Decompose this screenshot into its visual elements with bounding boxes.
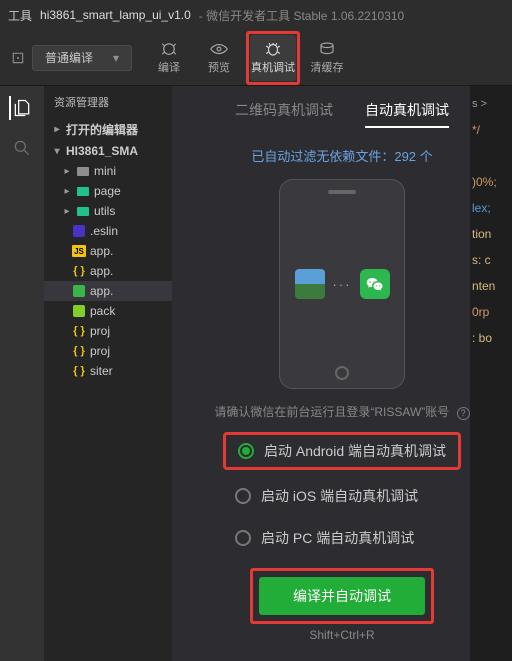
dots-icon: ··· [333, 277, 352, 292]
wxss-icon [72, 284, 86, 298]
folder-icon [76, 164, 90, 178]
eye-icon [210, 41, 228, 57]
file-item[interactable]: { }siter [44, 361, 172, 381]
radio-icon [235, 488, 251, 504]
compile-mode-label: 普通编译 [45, 49, 93, 66]
eslint-icon [72, 224, 86, 238]
json-icon: { } [72, 264, 86, 278]
file-item[interactable]: .eslin [44, 221, 172, 241]
file-item[interactable]: { }proj [44, 341, 172, 361]
tab-auto-debug[interactable]: 自动真机调试 [365, 100, 449, 128]
folder-icon [76, 184, 90, 198]
radio-pc[interactable]: 启动 PC 端自动真机调试 [223, 522, 426, 554]
wechat-icon [360, 269, 390, 299]
remote-debug-button[interactable]: 真机调试 [250, 35, 296, 81]
tool-dropdown[interactable]: 工具 [8, 7, 32, 24]
compile-button[interactable]: 编译 [146, 35, 192, 81]
phone-home-icon [335, 366, 349, 380]
project-section[interactable]: ▾HI3861_SMA [44, 141, 172, 161]
file-item[interactable]: { }proj [44, 321, 172, 341]
explorer-activity[interactable] [9, 96, 33, 120]
chevron-right-icon: ▸ [62, 186, 72, 197]
chevron-right-icon: ▸ [62, 166, 72, 177]
compile-and-debug-button[interactable]: 编译并自动调试 [259, 577, 425, 615]
platform-radios: 启动 Android 端自动真机调试 启动 iOS 端自动真机调试 启动 PC … [223, 432, 461, 554]
cache-icon [318, 41, 336, 57]
phone-illustration: ··· [279, 179, 405, 389]
app-thumbnail-icon [295, 269, 325, 299]
chevron-right-icon: ▸ [62, 206, 72, 217]
json-icon: { } [72, 364, 86, 378]
main-area: 资源管理器 ▸打开的编辑器 ▾HI3861_SMA ▸mini ▸page ▸u… [0, 86, 512, 661]
breadcrumb: s > [472, 98, 487, 110]
chevron-down-icon: ▾ [113, 51, 119, 65]
folder-item[interactable]: ▸utils [44, 201, 172, 221]
debug-panel: 二维码真机调试 自动真机调试 已自动过滤无依赖文件：292 个 ··· 请确认微… [172, 86, 512, 661]
project-name: hi3861_smart_lamp_ui_v1.0 [40, 8, 191, 22]
help-icon[interactable]: ? [457, 407, 470, 420]
file-item[interactable]: app.app. [44, 281, 172, 301]
clear-cache-button[interactable]: 清缓存 [304, 35, 350, 81]
app-title: - 微信开发者工具 Stable 1.06.2210310 [199, 7, 404, 24]
folder-item[interactable]: ▸mini [44, 161, 172, 181]
file-item[interactable]: JSapp. [44, 241, 172, 261]
file-item[interactable]: { }app. [44, 261, 172, 281]
window-control-icon[interactable]: ⊡ [8, 48, 28, 68]
explorer-sidebar: 资源管理器 ▸打开的编辑器 ▾HI3861_SMA ▸mini ▸page ▸u… [44, 86, 172, 661]
highlight-action: 编译并自动调试 [250, 568, 434, 624]
preview-button[interactable]: 预览 [196, 35, 242, 81]
highlight-debug: 真机调试 [246, 31, 300, 85]
search-icon [12, 138, 32, 158]
shortcut-hint: Shift+Ctrl+R [190, 628, 494, 642]
search-activity[interactable] [10, 136, 34, 160]
folder-icon [76, 204, 90, 218]
js-icon: JS [72, 244, 86, 258]
debug-tabs: 二维码真机调试 自动真机调试 [190, 100, 494, 128]
files-icon [12, 98, 32, 118]
compile-icon [160, 41, 178, 57]
radio-android[interactable]: 启动 Android 端自动真机调试 [223, 432, 461, 470]
filter-info: 已自动过滤无依赖文件：292 个 [190, 146, 494, 165]
title-bar: 工具 hi3861_smart_lamp_ui_v1.0 - 微信开发者工具 S… [0, 0, 512, 30]
phone-speaker-icon [328, 190, 356, 194]
code-editor-strip: s > */ )0%; lex; tion s: c nten 0rp : bo [470, 86, 512, 661]
bug-icon [264, 41, 282, 57]
file-item[interactable]: pack [44, 301, 172, 321]
open-editors-section[interactable]: ▸打开的编辑器 [44, 118, 172, 141]
radio-icon [235, 530, 251, 546]
toolbar: ⊡ 普通编译 ▾ 编译 预览 真机调试 清缓存 [0, 30, 512, 86]
node-icon [72, 304, 86, 318]
radio-ios[interactable]: 启动 iOS 端自动真机调试 [223, 480, 430, 512]
json-icon: { } [72, 344, 86, 358]
radio-icon [238, 443, 254, 459]
chevron-right-icon: ▸ [52, 124, 62, 135]
explorer-title: 资源管理器 [44, 86, 172, 118]
json-icon: { } [72, 324, 86, 338]
login-hint: 请确认微信在前台运行且登录“RISSAW”账号 ? [190, 403, 494, 420]
compile-mode-select[interactable]: 普通编译 ▾ [32, 45, 132, 71]
activity-bar [0, 86, 44, 661]
folder-item[interactable]: ▸page [44, 181, 172, 201]
tab-qrcode-debug[interactable]: 二维码真机调试 [235, 100, 333, 128]
chevron-down-icon: ▾ [52, 146, 62, 157]
